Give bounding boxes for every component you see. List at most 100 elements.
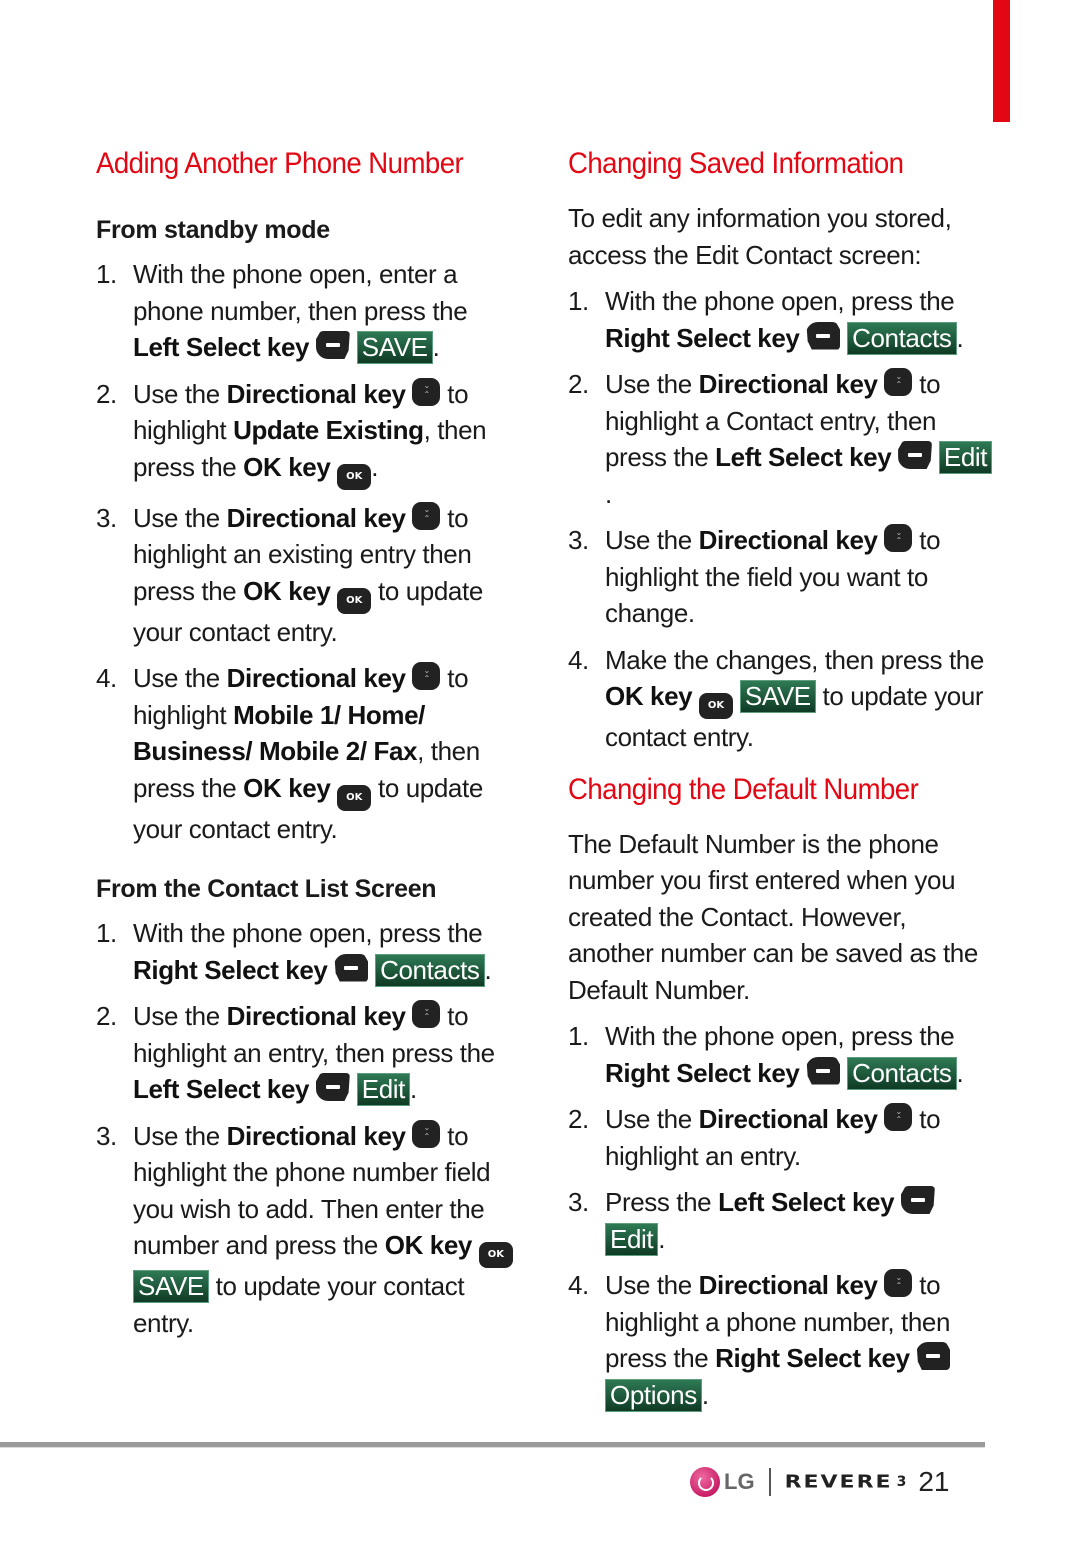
step-number: 2. [568,369,589,399]
key-name: Right Select key [605,1057,800,1088]
key-name: Directional key [226,663,406,693]
directional-key-icon [884,515,913,560]
step-text: Use the [605,525,699,555]
step-number: 3. [96,1120,117,1151]
step-text [932,442,939,472]
key-name: Directional key [698,1270,878,1300]
step-text: . [701,1379,709,1410]
step-text: . [409,1074,417,1104]
ok-key-icon: OK [337,784,372,811]
left-select-key-icon [898,441,933,469]
softkey-label: SAVE [133,1270,209,1303]
step-list: 1. With the phone open, press the Right S… [568,1018,993,1413]
key-name: Directional key [698,525,878,555]
step-number: 4. [568,644,589,675]
directional-key-icon [412,492,441,537]
directional-key-icon [884,359,913,404]
step-item: 3.Use the Directional key to highlight a… [96,492,516,651]
step-item: 2.Use the Directional key to highlight a… [568,1094,993,1174]
key-name: OK key [243,451,331,482]
directional-key-icon [412,368,441,413]
softkey-label: Edit [356,1073,410,1106]
step-text: Use the [605,1270,699,1300]
right-select-key-icon [916,1342,951,1370]
section-title: Changing the Default Number [568,772,919,806]
ok-key-icon: OK [337,463,372,490]
ok-key-icon: OK [699,693,734,719]
step-item: 2.Use the Directional key to highlight U… [96,368,516,490]
key-name: Directional key [226,378,406,409]
step-number: 1. [96,918,117,948]
footer-divider [768,1468,771,1496]
step-text: With the phone open, enter a phone numbe… [133,259,468,326]
softkey-label: Contacts [375,953,485,987]
product-brand-suffix: 3 [896,1474,907,1490]
step-list: 1. With the phone open, press the Right S… [96,915,516,1341]
softkey-label: SAVE [356,331,433,364]
step-text: Use the [133,378,227,409]
key-name: Directional key [226,502,406,533]
step-number: 4. [96,663,117,693]
step-text: With the phone open, press the [605,1021,955,1051]
key-name: Right Select key [715,1343,910,1373]
section-title: Changing Saved Information [568,147,904,180]
step-text: . [956,1057,964,1088]
left-select-key-icon [315,1073,350,1101]
footer-rule [0,1442,985,1448]
step-text: . [605,478,612,509]
directional-key-icon [412,653,441,698]
softkey-label: Edit [938,441,993,474]
page-number: 21 [918,1466,950,1497]
subsection-heading: From the Contact List Screen [96,875,437,903]
lg-logo-icon [690,1467,720,1497]
lg-logo-text: LG [724,1469,755,1494]
chapter-tab-marker [993,0,1010,122]
step-item: 3.Use the Directional key to highlight t… [96,1110,516,1342]
key-name: Left Select key [133,1074,310,1104]
step-number: 2. [96,378,117,409]
step-text: Use the [605,369,699,399]
step-list: 1. With the phone open, press the Right S… [568,283,993,756]
step-item: 2.Use the Directional key to highlight a… [568,359,993,512]
softkey-label: Contacts [847,321,957,355]
ok-key-icon: OK [478,1242,513,1268]
step-text: Make the changes, then press the [605,644,984,675]
right-select-key-icon [806,321,841,350]
step-item: 1. With the phone open, press the Right S… [568,1018,993,1091]
step-text: . [432,332,440,362]
step-text: With the phone open, press the [605,286,955,316]
directional-key-icon [412,991,441,1036]
step-number: 2. [96,1001,117,1031]
product-brand: REVERE [784,1472,893,1492]
key-name: Directional key [698,1104,878,1134]
page-footer: LG REVERE 3 21 [690,1462,949,1502]
step-list: 1. With the phone open, enter a phone num… [96,256,516,847]
step-item: 4.Use the Directional key to highlight a… [568,1260,993,1413]
section-title-adding-number: Adding Another Phone Number [96,147,464,180]
right-column: Changing Saved Information To edit any in… [568,140,993,1423]
right-select-key-icon [806,1056,841,1085]
key-name: OK key [384,1230,473,1260]
key-name: Directional key [226,1120,406,1151]
step-item: 1. With the phone open, enter a phone num… [96,256,516,366]
ok-key-icon: OK [337,587,372,614]
subsection-heading: From standby mode [96,216,330,244]
step-item: 1. With the phone open, press the Right S… [96,915,516,988]
step-number: 4. [568,1270,589,1300]
step-text: Use the [133,663,227,693]
step-text: . [484,954,492,985]
step-number: 3. [96,502,117,533]
step-text: Use the [133,1001,227,1031]
step-item: 4. Make the changes, then press the OK ke… [568,642,993,756]
section-intro: The Default Number is the phone number y… [568,828,978,1005]
step-text: . [658,1223,666,1254]
step-number: 1. [568,286,589,316]
softkey-label: Contacts [847,1056,957,1090]
step-text: Use the [605,1104,699,1134]
softkey-label: SAVE [739,680,816,713]
step-text: . [371,451,379,482]
directional-key-icon [884,1094,913,1139]
key-name: Directional key [226,1001,406,1031]
key-name: Left Select key [715,442,892,472]
step-text: Use the [133,1120,227,1151]
